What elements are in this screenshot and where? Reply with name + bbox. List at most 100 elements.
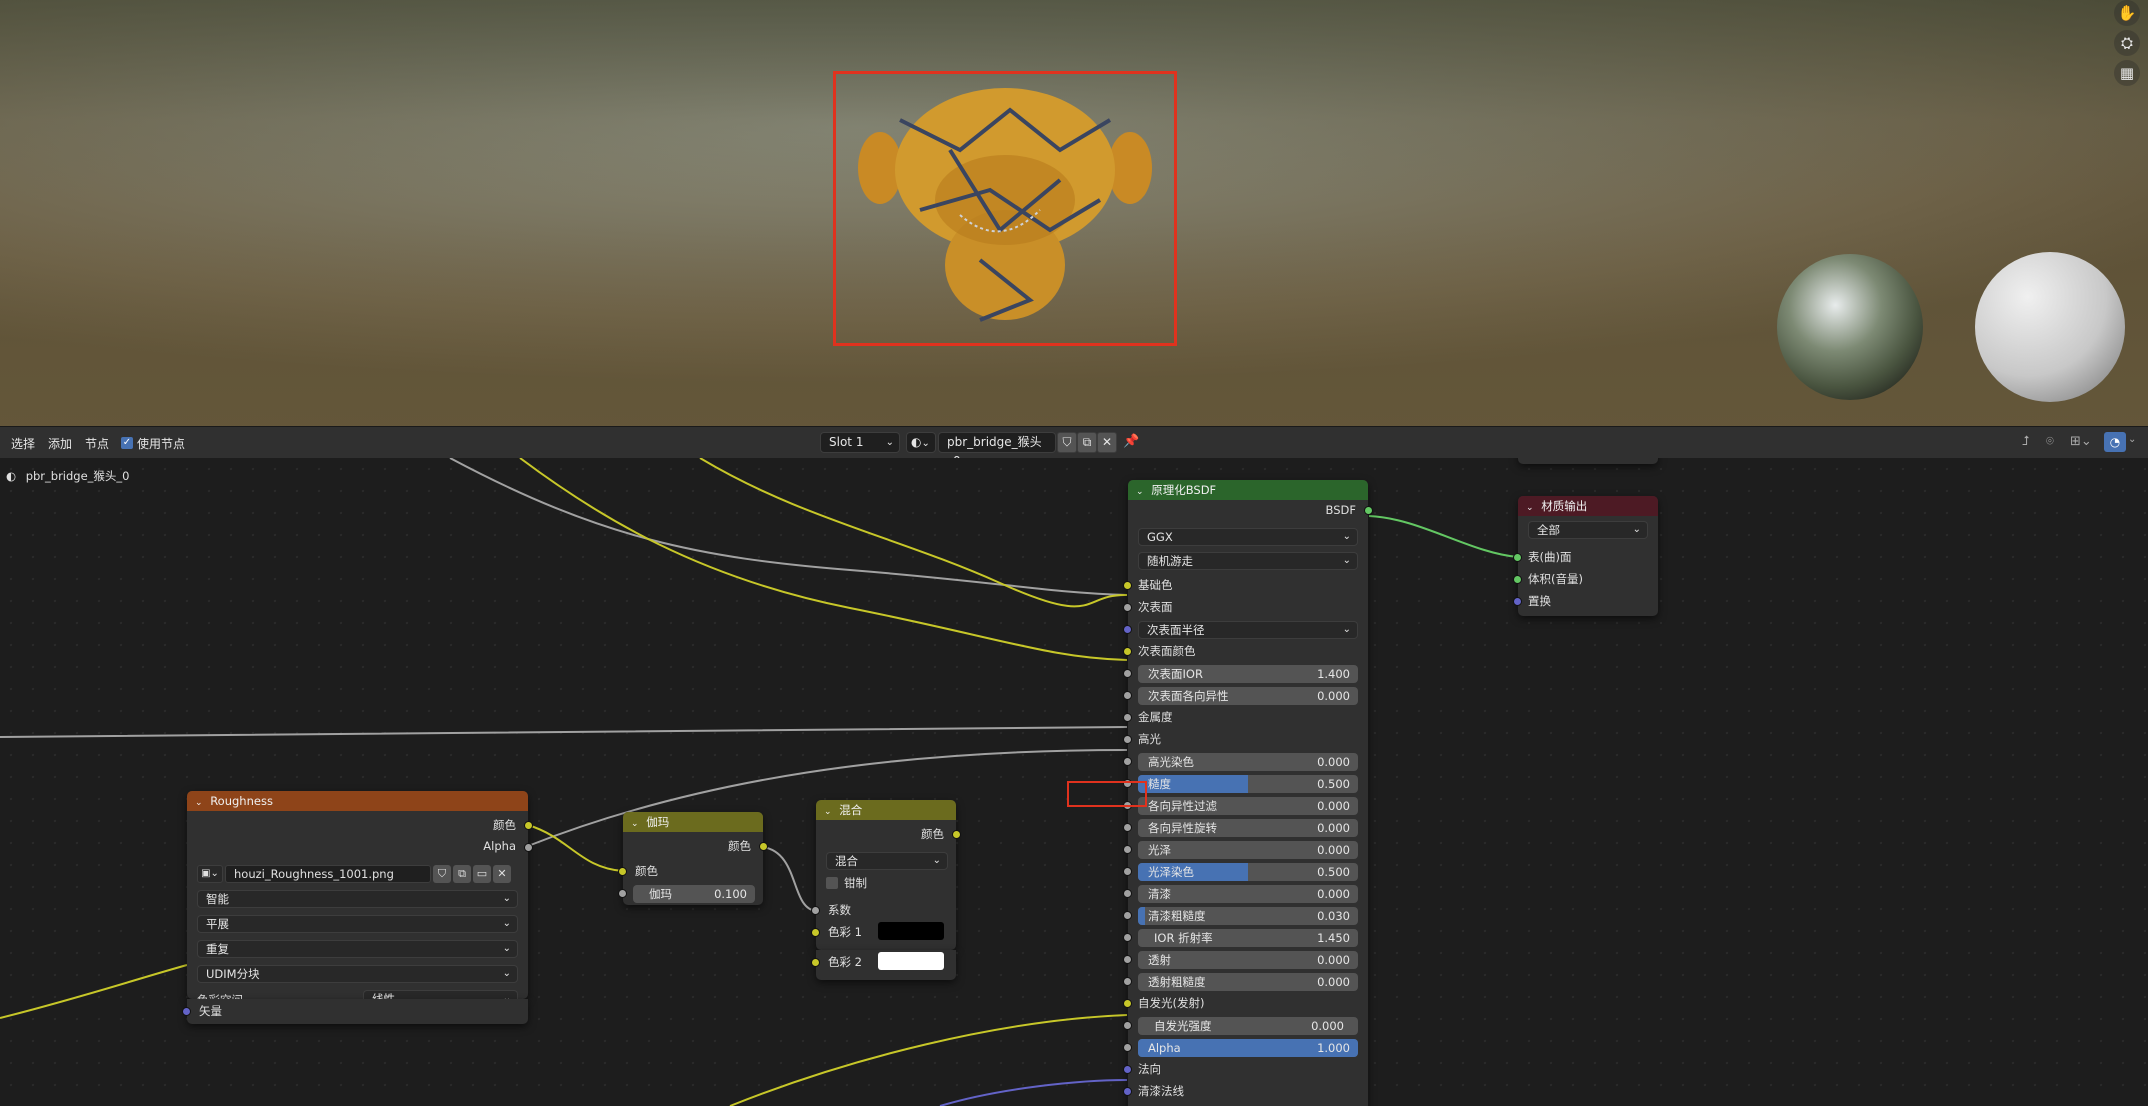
subsurface-radius-socket[interactable] bbox=[1123, 625, 1132, 634]
node-header[interactable]: ⌄ Roughness bbox=[187, 791, 528, 811]
alpha-output-socket[interactable] bbox=[524, 843, 533, 852]
clearcoat-roughness-socket[interactable] bbox=[1123, 911, 1132, 920]
material-name-field[interactable]: pbr_bridge_猴头_0 bbox=[938, 432, 1056, 468]
source-dropdown[interactable]: UDIM分块 ⌄ bbox=[197, 965, 518, 983]
roughness-field[interactable]: 糙度 0.500 bbox=[1138, 775, 1358, 793]
pin-icon[interactable]: 📌 bbox=[1123, 434, 1139, 449]
subsurface-anisotropy-field[interactable]: 次表面各向异性 0.000 bbox=[1138, 687, 1358, 705]
node-header[interactable]: ⌄ 混合 bbox=[816, 800, 956, 820]
clearcoat-roughness-field[interactable]: 清漆粗糙度 0.030 bbox=[1138, 907, 1358, 925]
use-nodes-checkbox[interactable]: ✓ bbox=[121, 437, 133, 449]
slot-dropdown[interactable]: Slot 1 ⌄ bbox=[820, 432, 900, 453]
unlink-close-icon[interactable]: ✕ bbox=[1097, 432, 1117, 453]
principled-bsdf-node[interactable]: ⌄ 原理化BSDF BSDF GGX ⌄ 随机游走 ⌄ 基础色 次表面 次表面半径 ⌄… bbox=[1123, 480, 1373, 1106]
sheen-tint-socket[interactable] bbox=[1123, 867, 1132, 876]
transmission-field[interactable]: 透射 0.000 bbox=[1138, 951, 1358, 969]
subsurface-color-socket[interactable] bbox=[1123, 647, 1132, 656]
color2-socket[interactable] bbox=[811, 958, 820, 967]
duplicate-material-icon[interactable]: ⧉ bbox=[1077, 432, 1097, 453]
color-input-socket[interactable] bbox=[618, 867, 627, 876]
node-header[interactable]: ⌄ 材质输出 bbox=[1518, 496, 1658, 516]
fake-user-shield-icon[interactable]: ⛉ bbox=[433, 865, 451, 883]
subsurface-socket[interactable] bbox=[1123, 603, 1132, 612]
node-header[interactable]: ⌄ 原理化BSDF bbox=[1128, 480, 1368, 500]
alpha-socket[interactable] bbox=[1123, 1043, 1132, 1052]
node-header[interactable]: ⌄ 伽玛 bbox=[623, 812, 763, 832]
metallic-socket[interactable] bbox=[1123, 713, 1132, 722]
duplicate-image-icon[interactable]: ⧉ bbox=[453, 865, 471, 883]
clamp-checkbox[interactable] bbox=[826, 877, 838, 889]
offscreen-node[interactable] bbox=[1518, 458, 1658, 464]
normal-socket[interactable] bbox=[1123, 1065, 1132, 1074]
sheen-field[interactable]: 光泽 0.000 bbox=[1138, 841, 1358, 859]
clearcoat-socket[interactable] bbox=[1123, 889, 1132, 898]
color1-swatch[interactable] bbox=[878, 922, 944, 940]
color2-swatch[interactable] bbox=[878, 952, 944, 970]
emission-socket[interactable] bbox=[1123, 999, 1132, 1008]
menu-add[interactable]: 添加 bbox=[48, 435, 72, 452]
subsurface-radius-dropdown[interactable]: 次表面半径 ⌄ bbox=[1138, 621, 1358, 639]
snap-mode-icon[interactable]: ⊞⌄ bbox=[2070, 434, 2092, 449]
node-editor-canvas[interactable]: ◐ pbr_bridge_猴头_0 ⌄ 原理化BSDF BSDF GGX ⌄ 随机… bbox=[0, 458, 2148, 1106]
roughness-image-node[interactable]: ⌄ Roughness 颜色 Alpha ▣⌄ houzi_Roughness_… bbox=[187, 791, 533, 1008]
emission-strength-socket[interactable] bbox=[1123, 1021, 1132, 1030]
3d-viewport[interactable]: ✋ ⛭ ▦ bbox=[0, 0, 2148, 426]
mix-node[interactable]: ⌄ 混合 颜色 混合 ⌄ 钳制 系数 色彩 1 bbox=[811, 800, 961, 950]
specular-tint-field[interactable]: 高光染色 0.000 bbox=[1138, 753, 1358, 771]
ior-field[interactable]: IOR 折射率 1.450 bbox=[1138, 929, 1358, 947]
transmission-roughness-field[interactable]: 透射粗糙度 0.000 bbox=[1138, 973, 1358, 991]
color-output-socket[interactable] bbox=[952, 830, 961, 839]
gamma-field[interactable]: 伽玛 0.100 bbox=[633, 885, 755, 903]
image-browse-icon[interactable]: ▣⌄ bbox=[197, 865, 223, 883]
pan-hand-icon[interactable]: ✋ bbox=[2114, 0, 2140, 26]
collapse-chevron-icon[interactable]: ⌄ bbox=[1136, 487, 1144, 497]
image-name-field[interactable]: houzi_Roughness_1001.png bbox=[225, 865, 431, 883]
color1-socket[interactable] bbox=[811, 928, 820, 937]
transmission-roughness-socket[interactable] bbox=[1123, 977, 1132, 986]
distribution-dropdown[interactable]: GGX ⌄ bbox=[1138, 528, 1358, 546]
target-dropdown[interactable]: 全部 ⌄ bbox=[1528, 521, 1648, 539]
gamma-input-socket[interactable] bbox=[618, 889, 627, 898]
clearcoat-field[interactable]: 清漆 0.000 bbox=[1138, 885, 1358, 903]
menu-select[interactable]: 选择 bbox=[11, 435, 35, 452]
subsurface-ior-socket[interactable] bbox=[1123, 669, 1132, 678]
anisotropic-rotation-socket[interactable] bbox=[1123, 823, 1132, 832]
anisotropic-rotation-field[interactable]: 各向异性旋转 0.000 bbox=[1138, 819, 1358, 837]
parent-arrow-icon[interactable]: ⮥ bbox=[2022, 434, 2030, 449]
volume-socket[interactable] bbox=[1513, 575, 1522, 584]
base-color-socket[interactable] bbox=[1123, 581, 1132, 590]
material-output-node[interactable]: ⌄ 材质输出 全部 ⌄ 表(曲)面 体积(音量) 置换 bbox=[1513, 496, 1658, 616]
alpha-field[interactable]: Alpha 1.000 bbox=[1138, 1039, 1358, 1057]
gamma-node[interactable]: ⌄ 伽玛 颜色 颜色 伽玛 0.100 bbox=[618, 812, 768, 905]
subsurface-anisotropy-socket[interactable] bbox=[1123, 691, 1132, 700]
surface-socket[interactable] bbox=[1513, 553, 1522, 562]
vector-socket[interactable] bbox=[182, 1007, 191, 1016]
blend-mode-dropdown[interactable]: 混合 ⌄ bbox=[826, 852, 948, 870]
collapse-chevron-icon[interactable]: ⌄ bbox=[824, 807, 832, 817]
emission-strength-field[interactable]: 自发光强度 0.000 bbox=[1138, 1017, 1358, 1035]
unlink-close-icon[interactable]: ✕ bbox=[493, 865, 511, 883]
open-folder-icon[interactable]: ▭ bbox=[473, 865, 491, 883]
overlay-chevron-down-icon[interactable]: ⌄ bbox=[2128, 434, 2136, 445]
subsurface-method-dropdown[interactable]: 随机游走 ⌄ bbox=[1138, 552, 1358, 570]
fake-user-shield-icon[interactable]: ⛉ bbox=[1057, 432, 1077, 453]
overlay-toggle-icon[interactable]: ◔ bbox=[2104, 432, 2126, 452]
snap-icon[interactable]: ⌾ bbox=[2046, 434, 2054, 449]
collapse-chevron-icon[interactable]: ⌄ bbox=[1526, 503, 1534, 513]
interpolation-dropdown[interactable]: 智能 ⌄ bbox=[197, 890, 518, 908]
material-browse-button[interactable]: ◐⌄ bbox=[906, 432, 936, 453]
projection-dropdown[interactable]: 平展 ⌄ bbox=[197, 915, 518, 933]
specular-socket[interactable] bbox=[1123, 735, 1132, 744]
sheen-tint-field[interactable]: 光泽染色 0.500 bbox=[1138, 863, 1358, 881]
subsurface-ior-field[interactable]: 次表面IOR 1.400 bbox=[1138, 665, 1358, 683]
color-output-socket[interactable] bbox=[524, 821, 533, 830]
camera-icon[interactable]: ⛭ bbox=[2114, 30, 2140, 56]
collapse-chevron-icon[interactable]: ⌄ bbox=[195, 798, 203, 808]
sheen-socket[interactable] bbox=[1123, 845, 1132, 854]
transmission-socket[interactable] bbox=[1123, 955, 1132, 964]
displacement-socket[interactable] bbox=[1513, 597, 1522, 606]
ior-socket[interactable] bbox=[1123, 933, 1132, 942]
anisotropic-field[interactable]: 各向异性过滤 0.000 bbox=[1138, 797, 1358, 815]
color-output-socket[interactable] bbox=[759, 842, 768, 851]
fac-socket[interactable] bbox=[811, 906, 820, 915]
